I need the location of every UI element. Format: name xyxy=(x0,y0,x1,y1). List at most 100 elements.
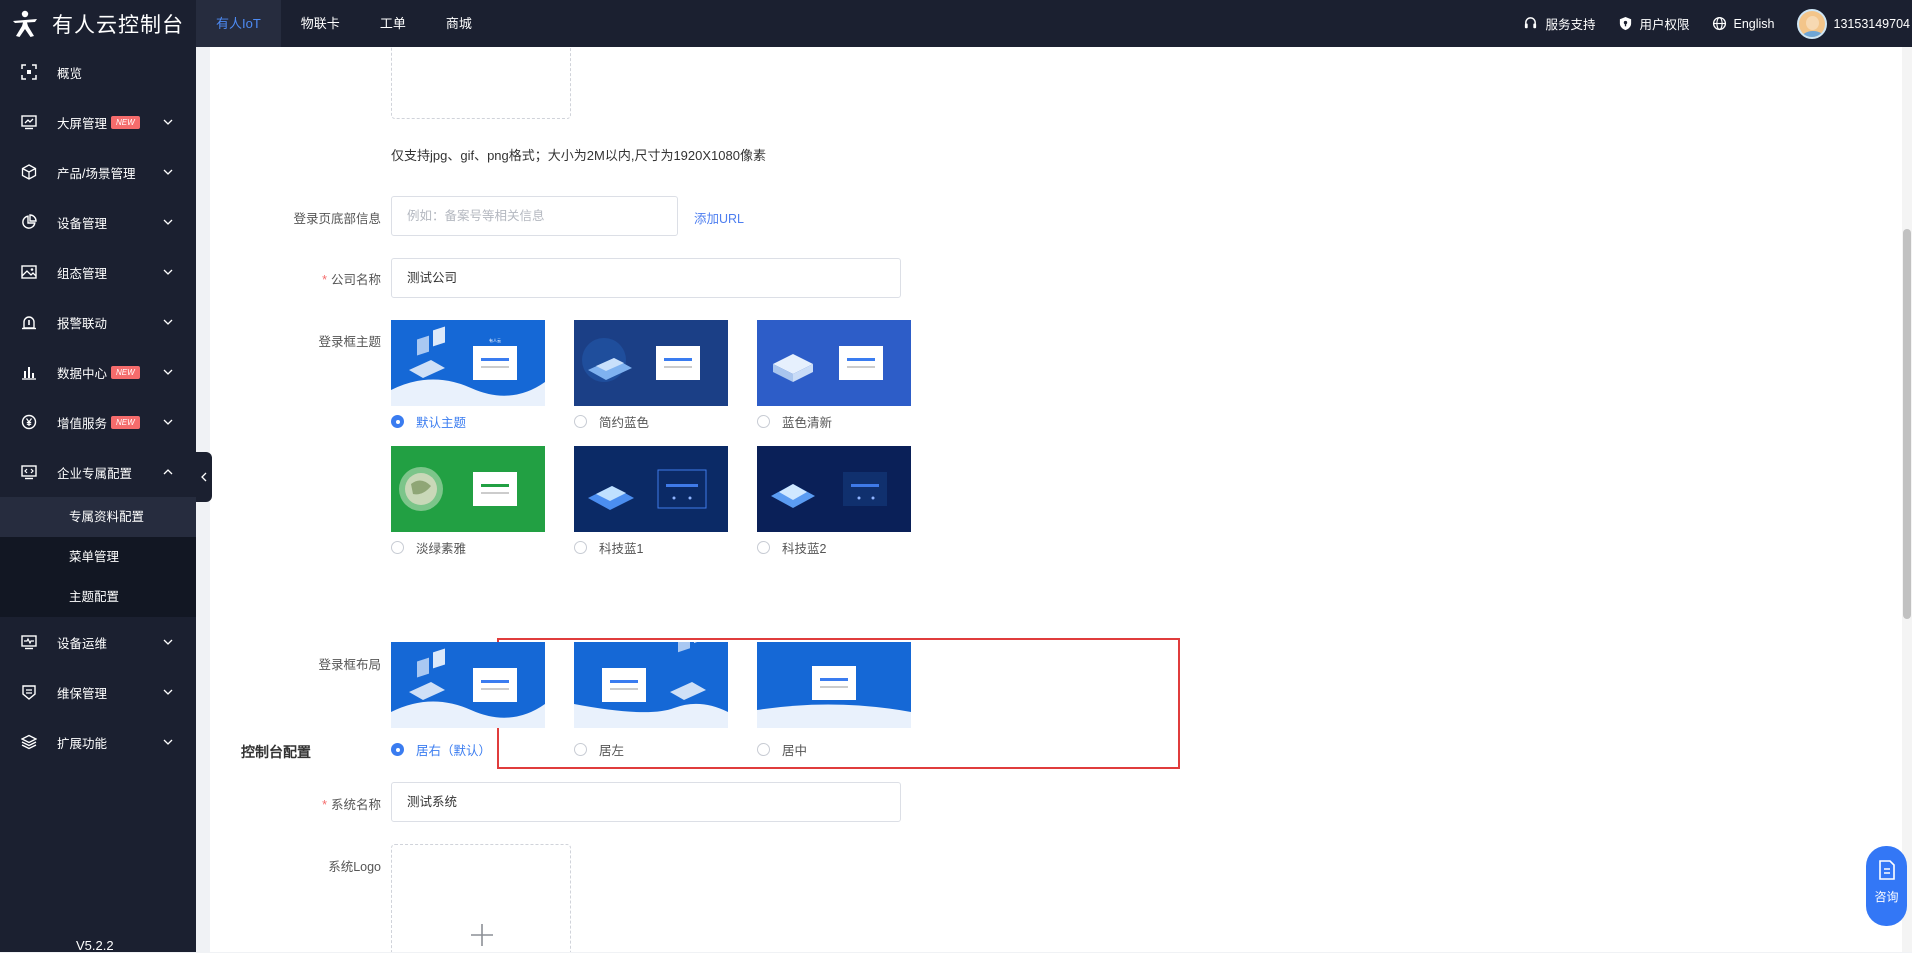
image-format-hint: 仅支持jpg、gif、png格式；大小为2M以内,尺寸为1920X1080像素 xyxy=(391,148,766,163)
theme-simple-blue-radio[interactable]: 简约蓝色 xyxy=(574,412,649,431)
topnav-sim-card[interactable]: 物联卡 xyxy=(281,0,360,47)
radio[interactable] xyxy=(574,415,587,428)
sidebar-item-overview[interactable]: 概览 xyxy=(0,47,196,97)
theme-default-radio[interactable]: 默认主题 xyxy=(391,412,466,431)
layout-left-preview[interactable] xyxy=(574,642,728,728)
theme-light-green-preview[interactable] xyxy=(391,446,545,532)
sidebar-item-label: 组态管理 xyxy=(57,266,108,281)
chevron-up-icon xyxy=(163,469,173,475)
topnav-work-order[interactable]: 工单 xyxy=(360,0,426,47)
sidebar-item-label: 产品/场景管理 xyxy=(57,166,136,181)
radio-label: 简约蓝色 xyxy=(599,416,650,430)
top-nav: 有人IoT 物联卡 工单 商城 xyxy=(196,0,492,47)
language-switch[interactable]: English xyxy=(1712,16,1775,31)
main-content: 仅支持jpg、gif、png格式；大小为2M以内,尺寸为1920X1080像素 … xyxy=(210,47,1902,952)
sidebar-subitem-theme-config[interactable]: 主题配置 xyxy=(0,577,196,617)
image-icon xyxy=(21,265,37,279)
radio[interactable] xyxy=(757,415,770,428)
company-name-input[interactable]: 测试公司 xyxy=(391,258,901,298)
scrollbar-thumb[interactable] xyxy=(1903,229,1911,619)
radio-label: 科技蓝1 xyxy=(599,542,644,556)
screen-icon xyxy=(21,115,37,130)
footer-info-input[interactable]: 例如：备案号等相关信息 xyxy=(391,196,678,236)
scan-icon xyxy=(21,64,37,80)
cube-icon xyxy=(21,164,37,180)
theme-tech-blue-2-radio[interactable]: 科技蓝2 xyxy=(757,538,826,557)
consult-button[interactable]: 咨询 xyxy=(1866,846,1907,926)
layers-icon xyxy=(21,734,37,750)
top-bar: 有人云控制台 有人IoT 物联卡 工单 商城 服务支持 用户权限 English… xyxy=(0,0,1912,47)
sidebar-subitem-menu-management[interactable]: 菜单管理 xyxy=(0,537,196,577)
layout-center-radio[interactable]: 居中 xyxy=(757,740,807,759)
theme-default-preview[interactable]: 有人云 xyxy=(391,320,545,406)
radio-label: 居左 xyxy=(599,744,625,758)
radio-label: 科技蓝2 xyxy=(782,542,827,556)
login-background-upload[interactable] xyxy=(391,47,571,119)
radio[interactable] xyxy=(757,541,770,554)
radio-checked[interactable] xyxy=(391,743,404,756)
theme-simple-blue-preview[interactable] xyxy=(574,320,728,406)
layout-right-radio[interactable]: 居右（默认） xyxy=(391,740,491,759)
page-scrollbar[interactable] xyxy=(1902,47,1912,952)
sidebar-item-label: 数据中心 xyxy=(57,366,108,381)
chevron-down-icon xyxy=(163,689,173,695)
sidebar-item-value-added[interactable]: 增值服务 NEW xyxy=(0,397,196,447)
permissions-link[interactable]: 用户权限 xyxy=(1618,14,1690,33)
sidebar-item-extensions[interactable]: 扩展功能 xyxy=(0,717,196,767)
sidebar-item-label: 扩展功能 xyxy=(57,736,108,751)
sidebar-item-enterprise-config[interactable]: 企业专属配置 xyxy=(0,447,196,497)
theme-tech-blue-1-preview[interactable] xyxy=(574,446,728,532)
add-url-link[interactable]: 添加URL xyxy=(694,208,744,227)
login-layout-label: 登录框布局 xyxy=(318,658,381,672)
sidebar-item-maintenance[interactable]: 维保管理 xyxy=(0,667,196,717)
radio[interactable] xyxy=(391,541,404,554)
sidebar-item-product-scene[interactable]: 产品/场景管理 xyxy=(0,147,196,197)
user-menu[interactable]: 13153149704 xyxy=(1796,8,1910,39)
permissions-label: 用户权限 xyxy=(1639,18,1690,32)
app-logo[interactable]: 有人云控制台 xyxy=(10,0,184,47)
topnav-iot[interactable]: 有人IoT xyxy=(196,0,281,47)
sidebar-subitem-exclusive-profile[interactable]: 专属资料配置 xyxy=(0,497,196,537)
consult-label: 咨询 xyxy=(1874,890,1899,904)
language-label: English xyxy=(1733,16,1775,31)
system-logo-upload[interactable] xyxy=(391,844,571,952)
chevron-down-icon xyxy=(163,119,173,125)
document-edit-icon xyxy=(1878,860,1895,880)
monitor-pulse-icon xyxy=(21,635,37,650)
shield-list-icon xyxy=(22,685,36,700)
topnav-store[interactable]: 商城 xyxy=(426,0,492,47)
bar-chart-icon xyxy=(22,367,36,380)
system-name-label: * 系统名称 xyxy=(322,798,381,812)
new-badge: NEW xyxy=(111,415,140,429)
support-link[interactable]: 服务支持 xyxy=(1523,14,1596,33)
layout-center-preview[interactable] xyxy=(757,642,911,728)
sidebar: 概览 大屏管理 NEW 产品/场景管理 设备管理 组态管理 报警联动 数据中心 … xyxy=(0,47,196,953)
theme-blue-fresh-radio[interactable]: 蓝色清新 xyxy=(757,412,832,431)
radio[interactable] xyxy=(757,743,770,756)
sidebar-item-device-ops[interactable]: 设备运维 xyxy=(0,617,196,667)
layout-left-radio[interactable]: 居左 xyxy=(574,740,624,759)
radio[interactable] xyxy=(574,541,587,554)
radio-checked[interactable] xyxy=(391,415,404,428)
theme-blue-fresh-preview[interactable] xyxy=(757,320,911,406)
sidebar-item-configuration[interactable]: 组态管理 xyxy=(0,247,196,297)
theme-light-green-radio[interactable]: 淡绿素雅 xyxy=(391,538,466,557)
sidebar-collapse-toggle[interactable] xyxy=(196,452,212,502)
chevron-down-icon xyxy=(163,269,173,275)
avatar xyxy=(1796,8,1827,39)
theme-tech-blue-1-radio[interactable]: 科技蓝1 xyxy=(574,538,643,557)
shield-icon xyxy=(1619,16,1631,31)
system-name-input[interactable]: 测试系统 xyxy=(391,782,901,822)
sidebar-item-device[interactable]: 设备管理 xyxy=(0,197,196,247)
theme-tech-blue-2-preview[interactable] xyxy=(757,446,911,532)
sidebar-item-label: 大屏管理 xyxy=(57,116,108,131)
layout-right-preview[interactable] xyxy=(391,642,545,728)
headset-icon xyxy=(1525,17,1537,29)
radio-label: 淡绿素雅 xyxy=(416,542,467,556)
sidebar-item-alarm[interactable]: 报警联动 xyxy=(0,297,196,347)
alarm-icon xyxy=(22,316,36,330)
pie-icon xyxy=(22,214,37,229)
radio[interactable] xyxy=(574,743,587,756)
sidebar-item-big-screen[interactable]: 大屏管理 NEW xyxy=(0,97,196,147)
sidebar-item-data-center[interactable]: 数据中心 NEW xyxy=(0,347,196,397)
